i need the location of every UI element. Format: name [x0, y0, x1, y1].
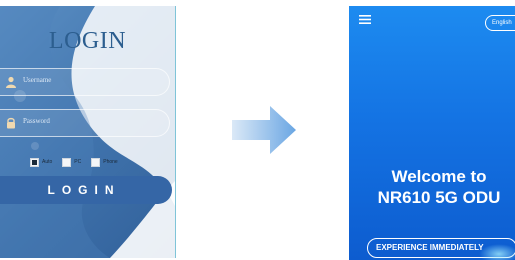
login-button[interactable]: LOGIN	[0, 176, 172, 204]
language-selector[interactable]: English	[485, 15, 515, 31]
mode-pc-label: PC	[74, 159, 82, 165]
password-placeholder: Password	[23, 117, 50, 125]
password-field[interactable]: Password	[0, 109, 170, 137]
username-placeholder: Username	[23, 76, 52, 84]
old-login-screenshot: LOGIN Username Password Auto PC Phone LO…	[0, 6, 176, 258]
mode-option-phone[interactable]: Phone	[91, 157, 118, 167]
lock-icon	[7, 117, 15, 129]
mode-option-auto[interactable]: Auto	[30, 157, 53, 167]
mode-phone-checkbox[interactable]	[91, 157, 101, 167]
mode-pc-checkbox[interactable]	[62, 157, 72, 167]
username-field[interactable]: Username	[0, 68, 170, 96]
user-icon	[6, 76, 16, 88]
decorative-glow	[479, 244, 515, 260]
arrow-right-icon	[232, 106, 296, 154]
device-name-heading: NR610 5G ODU	[377, 188, 501, 207]
mode-auto-checkbox[interactable]	[30, 157, 39, 167]
mode-auto-label: Auto	[42, 159, 53, 165]
mode-phone-label: Phone	[103, 159, 118, 165]
mode-option-pc[interactable]: PC	[62, 157, 82, 167]
welcome-title: Welcome to	[391, 167, 487, 186]
hamburger-menu-icon[interactable]	[359, 15, 371, 24]
login-mode-options: Auto PC Phone	[30, 156, 128, 168]
login-title: LOGIN	[48, 28, 127, 54]
new-welcome-screenshot: English Welcome to NR610 5G ODU EXPERIEN…	[349, 6, 515, 260]
